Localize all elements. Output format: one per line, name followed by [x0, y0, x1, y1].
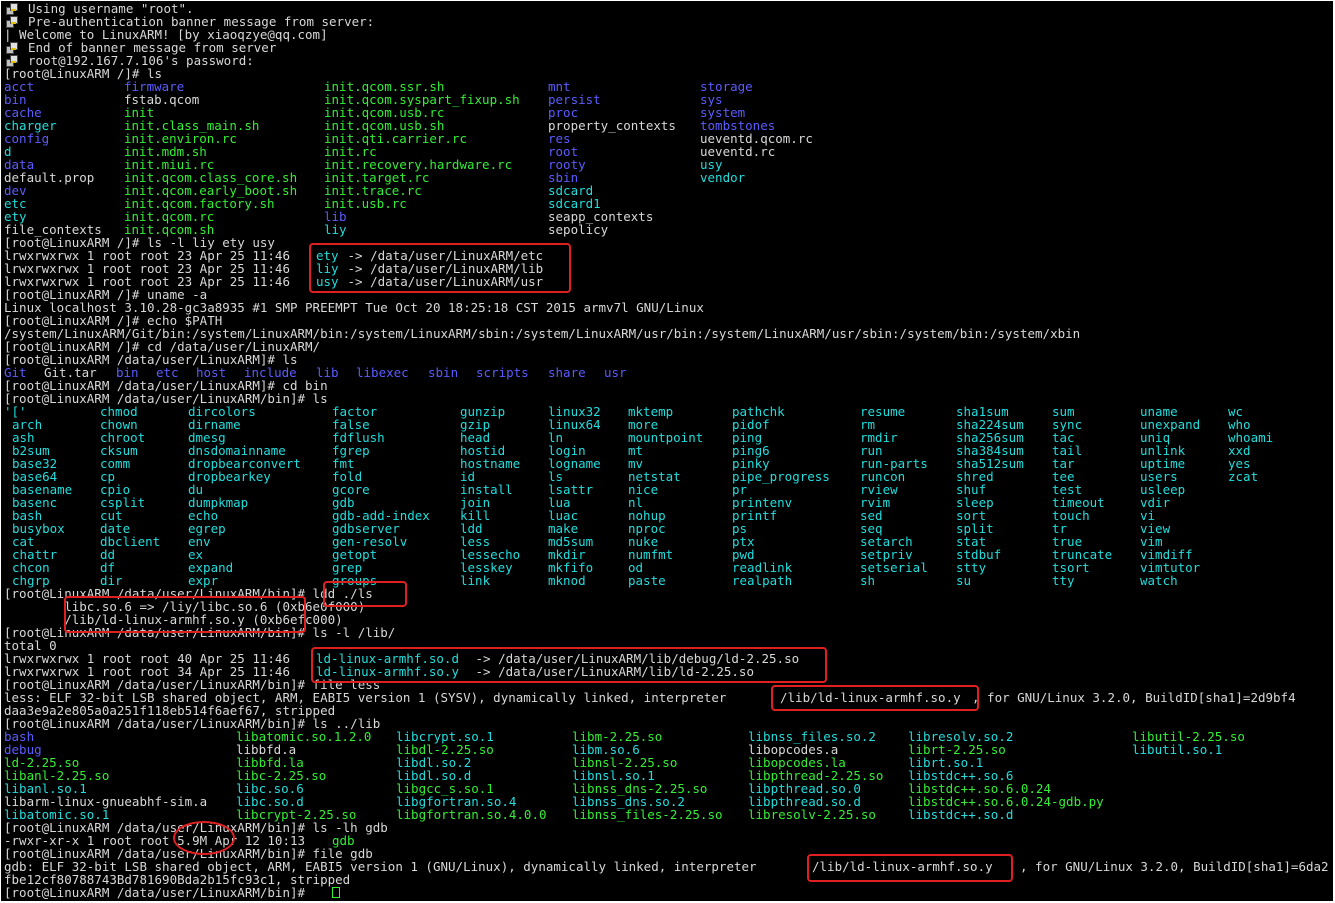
putty-session-icon	[6, 55, 18, 67]
terminal-line: bin fstab.qcom init.qcom.syspart_fixup.sh p…	[4, 93, 1330, 106]
terminal-text: libresolv-2.25.so	[748, 807, 876, 822]
terminal-text: liy	[324, 222, 347, 237]
terminal-text: usr	[604, 365, 627, 380]
terminal-text: su	[956, 573, 972, 588]
terminal-text: share	[548, 365, 586, 380]
terminal-text: link	[460, 573, 491, 588]
terminal-line: [root@LinuxARM /data/user/LinuxARM/bin]#…	[4, 626, 1330, 639]
terminal-text: sepolicy	[548, 222, 609, 237]
terminal-text: -> /data/user/LinuxARM/lib/ld-2.25.so	[468, 664, 754, 679]
terminal-text: paste	[628, 573, 666, 588]
terminal-window[interactable]: Using username "root". Pre-authentication…	[1, 1, 1333, 901]
terminal-text: watch	[1140, 573, 1178, 588]
terminal-text: [root@LinuxARM /data/user/LinuxARM/bin]#	[4, 885, 313, 900]
terminal-text: , for GNU/Linux 3.2.0, BuildID[sha1]=2d9…	[972, 690, 1296, 705]
terminal-line: acct firmware init.qcom.ssr.sh mnt storage	[4, 80, 1330, 93]
terminal-text: libexec	[356, 365, 409, 380]
terminal-text: libnss_files-2.25.so	[572, 807, 723, 822]
terminal-text: /lib/ld-linux-armhf.so.y	[780, 690, 961, 705]
terminal-text: , for GNU/Linux 3.2.0, BuildID[sha1]=6da…	[1020, 859, 1329, 874]
terminal-text: libstdc++.so.d	[908, 807, 1014, 822]
terminal-line: [root@LinuxARM /]# ls	[4, 67, 1330, 80]
terminal-text: tty	[1052, 573, 1075, 588]
terminal-text: [root@LinuxARM /data/user/LinuxARM/bin]#…	[4, 391, 328, 406]
terminal-line: [root@LinuxARM /data/user/LinuxARM/bin]#	[4, 886, 1330, 899]
terminal-text: /lib/ld-linux-armhf.so.y	[812, 859, 993, 874]
putty-session-icon	[6, 42, 18, 54]
putty-session-icon	[6, 16, 18, 28]
terminal-text: scripts	[476, 365, 529, 380]
terminal-cursor	[332, 887, 340, 898]
terminal-text: libgfortran.so.4.0.0	[396, 807, 547, 822]
terminal-text: -> /data/user/LinuxARM/usr	[340, 274, 544, 289]
terminal-text: usy	[316, 274, 339, 289]
terminal-text: zcat	[1228, 469, 1259, 484]
terminal-text: vendor	[700, 170, 746, 185]
terminal-text: mknod	[548, 573, 586, 588]
terminal-text: [root@LinuxARM /data/user/LinuxARM/bin]#…	[4, 625, 396, 640]
terminal-line: ld-2.25.so libbfd.la libdl.so.2 libnsl-2.25…	[4, 756, 1330, 769]
terminal-line: root@192.167.7.106's password:	[4, 54, 1330, 67]
terminal-text: sh	[860, 573, 876, 588]
putty-session-icon	[6, 3, 18, 15]
terminal-text: libutil.so.1	[1132, 742, 1223, 757]
terminal-text: realpath	[732, 573, 793, 588]
terminal-text: sbin	[428, 365, 459, 380]
